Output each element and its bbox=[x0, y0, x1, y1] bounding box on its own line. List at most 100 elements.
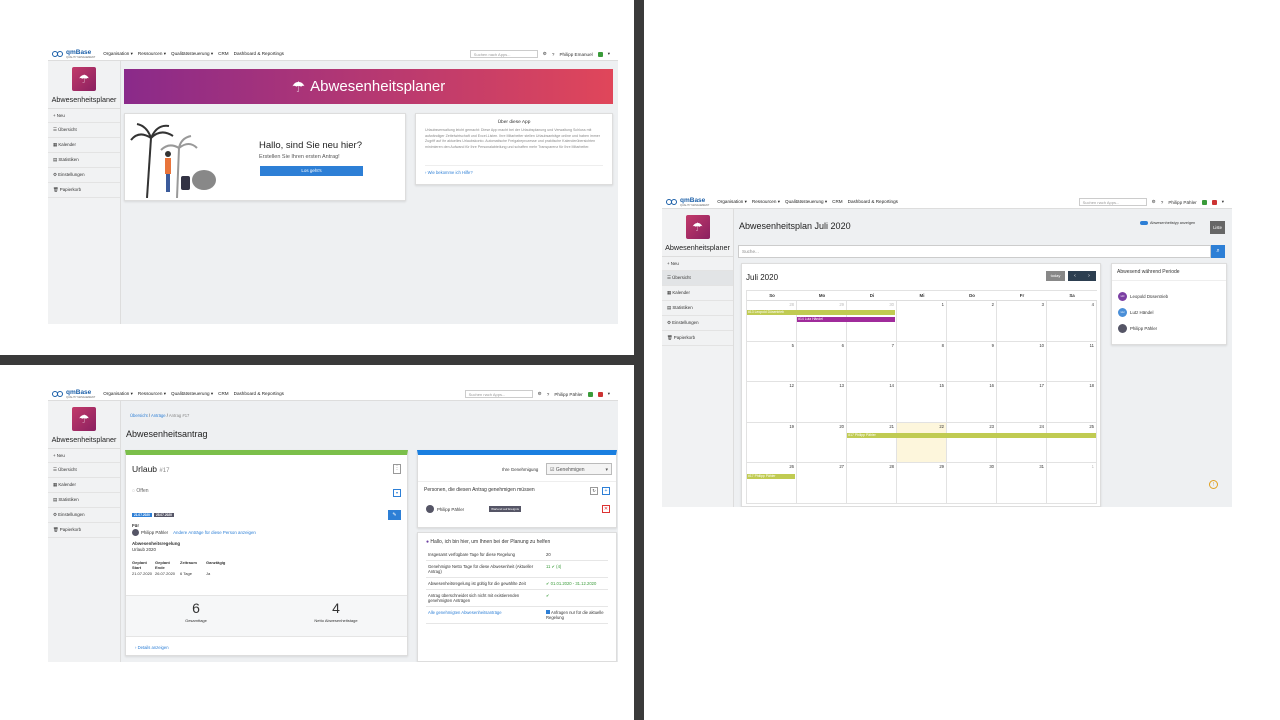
breadcrumb-antraege[interactable]: Anträge bbox=[151, 413, 166, 418]
expand-button[interactable]: ▾ bbox=[393, 489, 401, 497]
sidebar-item-neu[interactable]: + Neu bbox=[48, 449, 120, 463]
help-icon[interactable]: ? bbox=[547, 392, 550, 397]
calendar-events: #13 Leopold Düsentrieb #14 Lutz Händel #17… bbox=[746, 290, 1097, 507]
other-requests-link[interactable]: Andere Anträge für diese Person anzeigen bbox=[173, 530, 256, 535]
app-umbrella-icon: ☂ bbox=[72, 67, 96, 91]
more-options-button[interactable]: ⋮ bbox=[393, 464, 401, 474]
sidebar-item-statistiken[interactable]: ▤ Statistiken bbox=[48, 493, 120, 508]
menu-crm[interactable]: CRM bbox=[832, 199, 842, 205]
toggle-label: Abwesenheitstyp anzeigen bbox=[1150, 221, 1196, 225]
gear-icon[interactable]: ⚙ bbox=[543, 51, 547, 57]
sidebar-item-papierkorb[interactable]: 🗑 Papierkorb bbox=[662, 331, 733, 346]
menu-dashboard[interactable]: Dashboard & Reportings bbox=[848, 199, 898, 205]
app-search-input[interactable]: Suchen nach Apps... bbox=[1078, 198, 1147, 206]
chevron-down-icon[interactable]: ▾ bbox=[1222, 199, 1224, 205]
menu-qualitaetssteuerung[interactable]: Qualitätssteuerung ▾ bbox=[171, 391, 213, 397]
sidebar-item-kalender[interactable]: ▦ Kalender bbox=[48, 478, 120, 493]
list-button[interactable]: Liste bbox=[1210, 221, 1225, 234]
today-button[interactable]: today bbox=[1046, 271, 1065, 281]
calendar-search-input[interactable]: Suche... bbox=[738, 245, 1211, 258]
app-search-input[interactable]: Suchen nach Apps... bbox=[464, 390, 533, 398]
list-item[interactable]: LD Leopold Düsentrieb bbox=[1118, 292, 1220, 301]
sidebar-item-papierkorb[interactable]: 🗑 Papierkorb bbox=[48, 523, 120, 538]
approve-button[interactable]: ☑ Genehmigen ▾ bbox=[546, 463, 612, 475]
app-umbrella-icon: ☂ bbox=[72, 407, 96, 431]
sidebar-item-papierkorb[interactable]: 🗑 Papierkorb bbox=[48, 183, 120, 198]
sidebar-item-uebersicht[interactable]: ☰ Übersicht bbox=[48, 123, 120, 138]
warning-icon[interactable]: ! bbox=[1209, 480, 1218, 489]
user-menu[interactable]: Philipp Emanuel bbox=[559, 52, 592, 57]
sidebar-item-neu[interactable]: + Neu bbox=[48, 109, 120, 123]
chevron-down-icon[interactable]: ▾ bbox=[608, 51, 610, 57]
sidebar-item-neu[interactable]: + Neu bbox=[662, 257, 733, 271]
divider-vertical bbox=[634, 0, 644, 720]
approved-requests-link[interactable]: Alle genehmigten Abwesenheitsanträge bbox=[428, 610, 502, 615]
welcome-card: Hallo, sind Sie neu hier? Erstellen Sie … bbox=[124, 113, 406, 201]
sidebar-item-uebersicht[interactable]: ☰ Übersicht bbox=[662, 271, 733, 286]
breadcrumb-uebersicht[interactable]: Übersicht bbox=[130, 413, 148, 418]
absence-event[interactable]: #14 Lutz Händel bbox=[797, 317, 896, 322]
menu-organisation[interactable]: Organisation ▾ bbox=[103, 51, 133, 57]
screenshot-calendar: qmBase QUALITY MANAGEMENT Organisation ▾ … bbox=[662, 196, 1232, 507]
status-badge bbox=[1201, 199, 1207, 205]
list-item[interactable]: LH Lutz Händel bbox=[1118, 308, 1220, 317]
start-button[interactable]: Los geht's bbox=[260, 166, 363, 176]
notification-badge bbox=[1211, 199, 1217, 205]
person-name: Lutz Händel bbox=[1130, 310, 1154, 315]
help-link[interactable]: › Wie bekomme ich Hilfe? bbox=[425, 170, 473, 175]
type-toggle[interactable] bbox=[1140, 221, 1148, 225]
menu-organisation[interactable]: Organisation ▾ bbox=[717, 199, 747, 205]
menu-qualitaetssteuerung[interactable]: Qualitätssteuerung ▾ bbox=[171, 51, 213, 57]
help-icon[interactable]: ? bbox=[552, 52, 555, 57]
menu-ressourcen[interactable]: Ressourcen ▾ bbox=[138, 51, 166, 57]
current-rule-checkbox[interactable] bbox=[546, 610, 550, 614]
absence-event[interactable]: #17 Philipp Pähler bbox=[747, 474, 796, 479]
sidebar-item-einstellungen[interactable]: ⚙ Einstellungen bbox=[48, 168, 120, 183]
menu-dashboard[interactable]: Dashboard & Reportings bbox=[234, 391, 284, 397]
page-title: Abwesenheitsplan Juli 2020 bbox=[739, 221, 851, 231]
panel-title: Abwesend während Periode bbox=[1112, 264, 1226, 281]
menu-crm[interactable]: CRM bbox=[218, 51, 228, 57]
user-menu[interactable]: Philipp Pähler bbox=[1168, 200, 1196, 205]
remove-approver-button[interactable]: ✕ bbox=[602, 505, 610, 513]
status-badge bbox=[587, 391, 593, 397]
refresh-button[interactable]: ↻ bbox=[590, 487, 598, 495]
menu-ressourcen[interactable]: Ressourcen ▾ bbox=[138, 391, 166, 397]
edit-button[interactable]: ✎ bbox=[388, 510, 401, 520]
umbrella-icon: ☂ bbox=[291, 78, 306, 96]
qmbase-logo[interactable]: qmBase QUALITY MANAGEMENT bbox=[52, 49, 95, 59]
rules-table: Insgesamt verfügbare Tage für diese Rege… bbox=[426, 549, 608, 624]
sidebar-item-kalender[interactable]: ▦ Kalender bbox=[48, 138, 120, 153]
qmbase-logo[interactable]: qmBase QUALITY MANAGEMENT bbox=[52, 389, 95, 399]
menu-crm[interactable]: CRM bbox=[218, 391, 228, 397]
list-item[interactable]: Philipp Pähler bbox=[1118, 324, 1220, 333]
for-label: Für bbox=[132, 523, 140, 528]
chevron-down-icon[interactable]: ▾ bbox=[608, 391, 610, 397]
app-title: Abwesenheitsplaner bbox=[662, 243, 733, 257]
add-approver-button[interactable]: + bbox=[602, 487, 610, 495]
sidebar-item-einstellungen[interactable]: ⚙ Einstellungen bbox=[662, 316, 733, 331]
gear-icon[interactable]: ⚙ bbox=[1152, 199, 1156, 205]
qmbase-logo[interactable]: qmBase QUALITY MANAGEMENT bbox=[666, 197, 709, 207]
sidebar-item-uebersicht[interactable]: ☰ Übersicht bbox=[48, 463, 120, 478]
search-button[interactable]: ⌕ bbox=[1211, 245, 1225, 258]
details-link[interactable]: › Details anzeigen bbox=[135, 645, 169, 650]
user-menu[interactable]: Philipp Pähler bbox=[554, 392, 582, 397]
rule-label: Abwesenheitsregelung bbox=[132, 541, 181, 546]
help-icon[interactable]: ? bbox=[1161, 200, 1164, 205]
absence-event[interactable]: #13 Leopold Düsentrieb bbox=[747, 310, 896, 315]
menu-dashboard[interactable]: Dashboard & Reportings bbox=[234, 51, 284, 57]
gear-icon[interactable]: ⚙ bbox=[538, 391, 542, 397]
next-month-button[interactable]: › bbox=[1082, 271, 1096, 281]
sidebar-item-statistiken[interactable]: ▤ Statistiken bbox=[662, 301, 733, 316]
menu-organisation[interactable]: Organisation ▾ bbox=[103, 391, 133, 397]
approval-card: Ihre Genehmigung ☑ Genehmigen ▾ Personen… bbox=[417, 450, 617, 528]
sidebar-item-kalender[interactable]: ▦ Kalender bbox=[662, 286, 733, 301]
app-search-input[interactable]: Suchen nach Apps... bbox=[469, 50, 538, 58]
menu-ressourcen[interactable]: Ressourcen ▾ bbox=[752, 199, 780, 205]
sidebar-item-einstellungen[interactable]: ⚙ Einstellungen bbox=[48, 508, 120, 523]
absence-event[interactable]: #17 Philipp Pähler bbox=[847, 433, 1096, 438]
prev-month-button[interactable]: ‹ bbox=[1068, 271, 1082, 281]
sidebar-item-statistiken[interactable]: ▤ Statistiken bbox=[48, 153, 120, 168]
menu-qualitaetssteuerung[interactable]: Qualitätssteuerung ▾ bbox=[785, 199, 827, 205]
